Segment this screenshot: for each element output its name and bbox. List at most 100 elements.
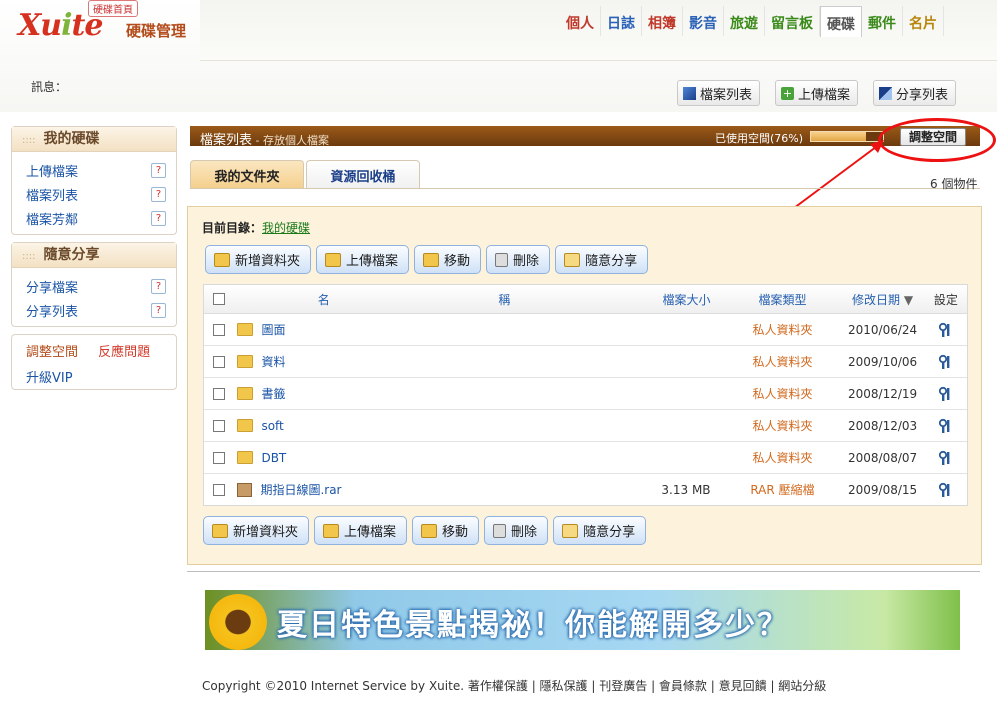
share-button[interactable]: 隨意分享 [555, 245, 649, 274]
upload-file-button[interactable]: + 上傳檔案 [775, 80, 859, 106]
sidebar-share: :::: 隨意分享 分享檔案? 分享列表? [11, 242, 177, 327]
sidebar-upload-link[interactable]: 上傳檔案 [26, 161, 78, 180]
file-name-link[interactable]: 書籤 [261, 385, 285, 402]
sidebar-item-share-list[interactable]: 分享列表? [12, 298, 176, 322]
share-list-button[interactable]: 分享列表 [873, 80, 957, 106]
row-checkbox[interactable] [212, 483, 225, 496]
sidebar-item-upload[interactable]: 上傳檔案? [12, 158, 176, 182]
footer-link-3[interactable]: 會員條款 [659, 679, 707, 693]
logo[interactable]: Xuite 硬碟首頁 硬碟管理 [14, 0, 194, 46]
file-type: 私人資料夾 [752, 355, 813, 369]
move-button[interactable]: 移動 [412, 516, 480, 545]
plus-icon: + [781, 86, 794, 100]
ad-banner[interactable]: 夏日特色景點揭祕！你能解開多少？ [205, 590, 960, 650]
sunflower-image [209, 594, 267, 650]
sidebar-item-share-files[interactable]: 分享檔案? [12, 274, 176, 298]
sidebar-mydisk-title: 我的硬碟 [43, 131, 100, 147]
select-all-checkbox[interactable] [212, 293, 225, 305]
tab-nav-6[interactable]: 硬碟 [820, 6, 862, 37]
file-name-link[interactable]: soft [261, 419, 283, 433]
sidebar-neighbors-link[interactable]: 檔案芳鄰 [26, 209, 78, 228]
settings-wrench-icon[interactable] [938, 386, 954, 402]
upload-label: 上傳檔案 [346, 254, 399, 269]
file-list-button[interactable]: 檔案列表 [677, 80, 761, 106]
row-checkbox[interactable] [212, 419, 225, 432]
share-list-icon [879, 86, 892, 100]
sidebar-item-file-list[interactable]: 檔案列表? [12, 182, 176, 206]
footer: Copyright ©2010 Internet Service by Xuit… [202, 677, 826, 694]
tab-nav-7[interactable]: 郵件 [862, 6, 903, 36]
folder-icon [237, 323, 254, 336]
file-name-link[interactable]: DBT [261, 451, 286, 465]
file-type: 私人資料夾 [752, 419, 813, 433]
tab-nav-5[interactable]: 留言板 [765, 6, 820, 36]
settings-wrench-icon[interactable] [938, 450, 954, 466]
move-button[interactable]: 移動 [414, 245, 482, 274]
delete-button[interactable]: 刪除 [486, 245, 551, 274]
sidebar-share-list-link[interactable]: 分享列表 [26, 301, 78, 320]
upload-button[interactable]: 上傳檔案 [314, 516, 408, 545]
upload-icon [325, 252, 342, 267]
settings-wrench-icon[interactable] [938, 482, 954, 498]
tab-recycle-bin[interactable]: 資源回收桶 [306, 160, 420, 189]
title-text: 檔案列表 [200, 133, 253, 148]
footer-link-1[interactable]: 隱私保護 [540, 679, 588, 693]
column-date[interactable]: 修改日期 ▼ [840, 291, 924, 308]
help-icon[interactable]: ? [151, 278, 166, 294]
tab-nav-8[interactable]: 名片 [903, 6, 944, 36]
help-icon[interactable]: ? [151, 162, 166, 178]
footer-links: 著作權保護 | 隱私保護 | 刊登廣告 | 會員條款 | 意見回饋 | 網站分級 [468, 679, 826, 693]
sidebar-mydisk: :::: 我的硬碟 上傳檔案? 檔案列表? 檔案芳鄰? [11, 126, 177, 235]
column-type[interactable]: 檔案類型 [725, 291, 841, 308]
sidebar-upgrade-vip-link[interactable]: 升級VIP [26, 371, 73, 386]
table-row[interactable]: 圖面 私人資料夾 2010/06/24 [204, 314, 967, 346]
footer-link-0[interactable]: 著作權保護 [468, 679, 528, 693]
new-folder-icon [212, 523, 228, 538]
new-folder-button[interactable]: 新增資料夾 [203, 516, 310, 545]
current-directory-link[interactable]: 我的硬碟 [262, 221, 310, 235]
sidebar-report-link[interactable]: 反應問題 [98, 345, 150, 360]
sidebar-adjust-space-link[interactable]: 調整空間 [26, 345, 78, 360]
help-icon[interactable]: ? [151, 302, 166, 318]
sidebar-item-neighbors[interactable]: 檔案芳鄰? [12, 206, 176, 230]
new-folder-button[interactable]: 新增資料夾 [205, 245, 312, 274]
settings-wrench-icon[interactable] [938, 322, 954, 338]
table-row[interactable]: 資料 私人資料夾 2009/10/06 [204, 346, 967, 378]
open-folder-icon [562, 523, 579, 538]
table-row[interactable]: DBT 私人資料夾 2008/08/07 [204, 442, 967, 474]
table-row[interactable]: 書籤 私人資料夾 2008/12/19 [204, 378, 967, 410]
table-row[interactable]: soft 私人資料夾 2008/12/03 [204, 410, 967, 442]
row-checkbox[interactable] [212, 387, 225, 400]
settings-wrench-icon[interactable] [938, 354, 954, 370]
file-name-link[interactable]: 圖面 [261, 321, 285, 338]
sidebar-file-list-link[interactable]: 檔案列表 [26, 185, 78, 204]
tab-my-folder[interactable]: 我的文件夾 [190, 160, 304, 189]
help-icon[interactable]: ? [151, 210, 166, 226]
tab-nav-1[interactable]: 日誌 [601, 6, 642, 36]
delete-button[interactable]: 刪除 [484, 516, 549, 545]
share-button[interactable]: 隨意分享 [553, 516, 647, 545]
help-icon[interactable]: ? [151, 186, 166, 202]
archive-icon [237, 482, 253, 497]
tab-nav-2[interactable]: 相簿 [642, 6, 683, 36]
settings-wrench-icon[interactable] [938, 418, 954, 434]
column-name[interactable]: 名 稱 [233, 291, 594, 308]
row-checkbox[interactable] [212, 323, 225, 336]
tab-nav-4[interactable]: 旅遊 [724, 6, 765, 36]
footer-link-5[interactable]: 網站分級 [778, 679, 826, 693]
footer-link-4[interactable]: 意見回饋 [719, 679, 767, 693]
file-name-link[interactable]: 資料 [261, 353, 285, 370]
action-toolbar-top: 新增資料夾 上傳檔案 移動 刪除 隨意分享 [205, 245, 653, 274]
table-row[interactable]: 期指日線圖.rar 3.13 MB RAR 壓縮檔 2009/08/15 [204, 474, 967, 505]
home-link[interactable]: 硬碟首頁 [88, 0, 138, 17]
sidebar-share-files-link[interactable]: 分享檔案 [26, 277, 78, 296]
row-checkbox[interactable] [212, 451, 225, 464]
tab-nav-3[interactable]: 影音 [683, 6, 724, 36]
file-name-link[interactable]: 期指日線圖.rar [260, 481, 341, 498]
row-checkbox[interactable] [212, 355, 225, 368]
file-type: 私人資料夾 [752, 323, 813, 337]
tab-nav-0[interactable]: 個人 [560, 6, 601, 36]
footer-link-2[interactable]: 刊登廣告 [599, 679, 647, 693]
upload-button[interactable]: 上傳檔案 [316, 245, 410, 274]
column-size[interactable]: 檔案大小 [595, 291, 725, 308]
